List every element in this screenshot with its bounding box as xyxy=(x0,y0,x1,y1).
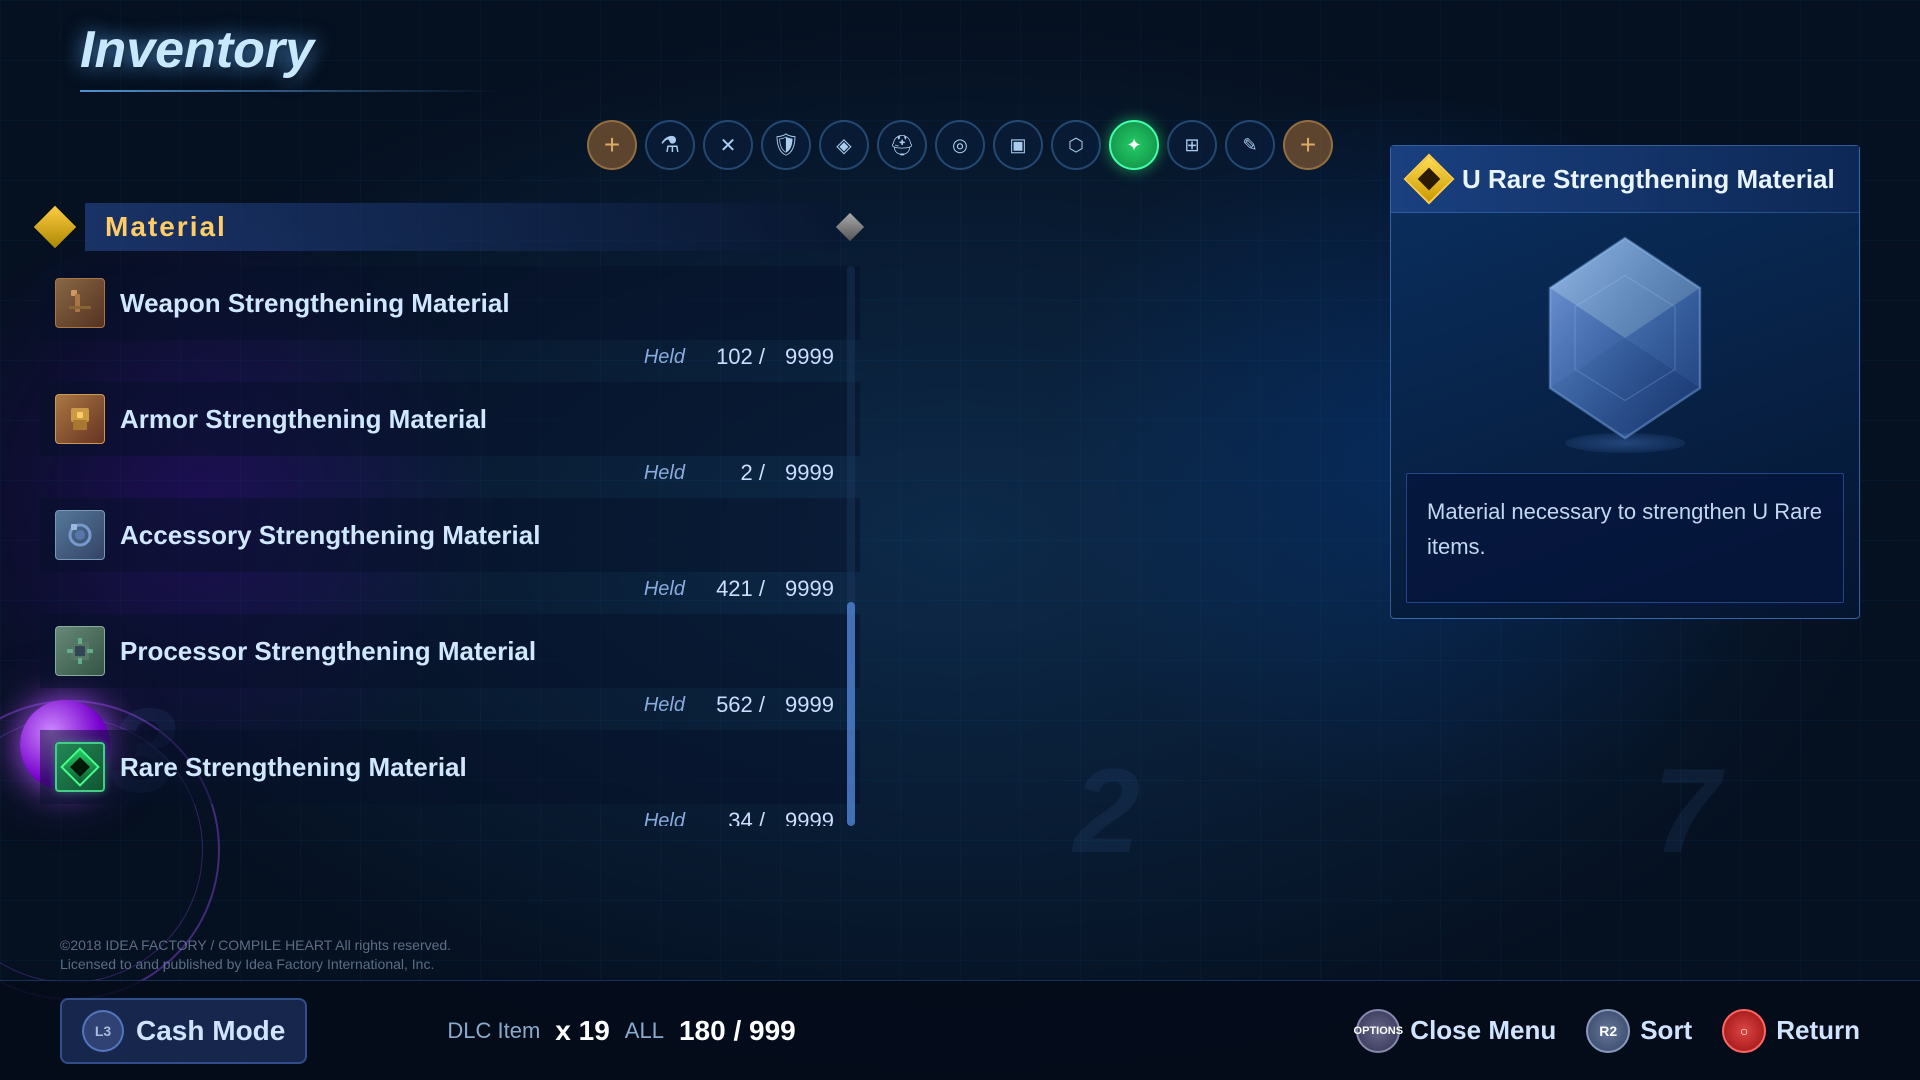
held-max-accessory: 9999 xyxy=(785,576,845,602)
held-max-processor: 9999 xyxy=(785,692,845,718)
return-label: Return xyxy=(1776,1015,1860,1046)
toolbar-pen-icon[interactable]: ✎ xyxy=(1225,120,1275,170)
page-title: Inventory xyxy=(80,20,1880,80)
detail-title: U Rare Strengthening Material xyxy=(1462,164,1835,195)
held-label-accessory: Held xyxy=(644,578,685,601)
rare-material-icon xyxy=(55,742,105,792)
r2-button-icon: R2 xyxy=(1586,1009,1630,1053)
item-name-processor: Processor Strengthening Material xyxy=(120,636,845,667)
list-item[interactable]: Armor Strengthening Material Held 2 / 99… xyxy=(40,382,860,496)
toolbar-potion-icon[interactable]: ⚗ xyxy=(645,120,695,170)
list-item[interactable]: Accessory Strengthening Material Held 42… xyxy=(40,498,860,612)
detail-panel: U Rare Strengthening Material Material n… xyxy=(1390,145,1860,619)
toolbar-chip-icon[interactable]: ▣ xyxy=(993,120,1043,170)
toolbar-plus-left-icon[interactable]: + xyxy=(587,120,637,170)
held-label-weapon: Held xyxy=(644,346,685,369)
detail-description: Material necessary to strengthen U Rare … xyxy=(1427,494,1823,564)
held-label-armor: Held xyxy=(644,462,685,485)
toolbar-helmet-icon[interactable]: ⛑ xyxy=(877,120,927,170)
armor-material-icon xyxy=(55,394,105,444)
list-item[interactable]: Rare Strengthening Material Held 34 / 99… xyxy=(40,730,860,826)
held-max-rare: 9999 xyxy=(785,808,845,826)
item-name-rare: Rare Strengthening Material xyxy=(120,752,845,783)
list-item[interactable]: Processor Strengthening Material Held 56… xyxy=(40,614,860,728)
item-name-accessory: Accessory Strengthening Material xyxy=(120,520,845,551)
all-label: ALL xyxy=(625,1018,664,1044)
toolbar-binoculars-icon[interactable]: ⊞ xyxy=(1167,120,1217,170)
category-diamond-right xyxy=(836,213,864,241)
accessory-material-icon xyxy=(55,510,105,560)
list-item[interactable]: Weapon Strengthening Material Held 102 /… xyxy=(40,266,860,380)
detail-crystal-image xyxy=(1391,213,1859,463)
cash-mode-button[interactable]: L3 Cash Mode xyxy=(60,998,307,1064)
sort-control[interactable]: R2 Sort xyxy=(1586,1009,1692,1053)
held-count-weapon: 102 / xyxy=(705,344,765,370)
item-list-container: Weapon Strengthening Material Held 102 /… xyxy=(40,266,860,826)
total-count: 180 / 999 xyxy=(679,1015,796,1047)
held-count-accessory: 421 / xyxy=(705,576,765,602)
dlc-item-label: DLC Item xyxy=(447,1018,540,1044)
category-bar: Material xyxy=(40,203,860,251)
toolbar-shield-icon[interactable]: 🛡 xyxy=(761,120,811,170)
category-label[interactable]: Material xyxy=(85,203,840,251)
processor-material-icon xyxy=(55,626,105,676)
scroll-thumb xyxy=(847,602,855,826)
held-label-rare: Held xyxy=(644,810,685,827)
sort-label: Sort xyxy=(1640,1015,1692,1046)
close-menu-control[interactable]: OPTIONS Close Menu xyxy=(1356,1009,1556,1053)
scrollbar[interactable] xyxy=(847,266,855,826)
return-control[interactable]: ○ Return xyxy=(1722,1009,1860,1053)
detail-item-icon xyxy=(1404,154,1455,205)
held-count-armor: 2 / xyxy=(705,460,765,486)
close-menu-label: Close Menu xyxy=(1410,1015,1556,1046)
circle-button-icon: ○ xyxy=(1722,1009,1766,1053)
options-button-icon: OPTIONS xyxy=(1356,1009,1400,1053)
detail-header: U Rare Strengthening Material xyxy=(1391,146,1859,213)
item-name-weapon: Weapon Strengthening Material xyxy=(120,288,845,319)
held-count-processor: 562 / xyxy=(705,692,765,718)
copyright-text: ©2018 IDEA FACTORY / COMPILE HEART All r… xyxy=(60,936,451,975)
cash-mode-label: Cash Mode xyxy=(136,1015,285,1047)
dlc-count: x 19 xyxy=(555,1015,610,1047)
toolbar-sword-icon[interactable]: ✕ xyxy=(703,120,753,170)
held-max-armor: 9999 xyxy=(785,460,845,486)
toolbar-material-icon[interactable]: ✦ xyxy=(1109,120,1159,170)
item-list: Weapon Strengthening Material Held 102 /… xyxy=(40,266,860,826)
bottom-controls: OPTIONS Close Menu R2 Sort ○ Return xyxy=(1356,1009,1860,1053)
detail-description-box: Material necessary to strengthen U Rare … xyxy=(1406,473,1844,603)
toolbar-crystal-icon[interactable]: ◈ xyxy=(819,120,869,170)
toolbar-plus-right-icon[interactable]: + xyxy=(1283,120,1333,170)
held-label-processor: Held xyxy=(644,694,685,717)
toolbar-disc-icon[interactable]: ◎ xyxy=(935,120,985,170)
item-name-armor: Armor Strengthening Material xyxy=(120,404,845,435)
held-count-rare: 34 / xyxy=(705,808,765,826)
detail-image-area xyxy=(1391,213,1859,463)
toolbar-box-icon[interactable]: ⬡ xyxy=(1051,120,1101,170)
title-underline xyxy=(80,90,500,92)
bottom-bar: L3 Cash Mode DLC Item x 19 ALL 180 / 999… xyxy=(0,980,1920,1080)
held-max-weapon: 9999 xyxy=(785,344,845,370)
weapon-material-icon xyxy=(55,278,105,328)
category-diamond-left xyxy=(34,206,76,248)
dlc-section: DLC Item x 19 ALL 180 / 999 xyxy=(447,1015,795,1047)
l3-badge: L3 xyxy=(82,1010,124,1052)
